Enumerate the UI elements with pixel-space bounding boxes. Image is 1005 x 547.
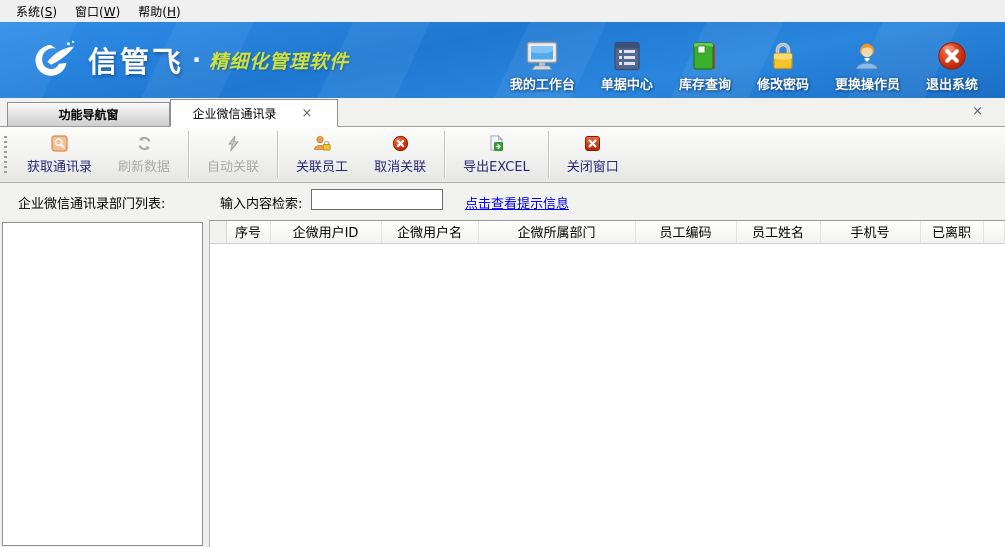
auto-link-label: 自动关联	[207, 156, 259, 175]
document-center-label: 单据中心	[601, 74, 653, 93]
column-header-filler	[983, 221, 1005, 243]
switch-operator-button[interactable]: 更换操作员	[822, 41, 913, 93]
contacts-table: 序号 企微用户ID 企微用户名 企微所属部门 员工编码 员工姓名 手机号 已离职	[210, 221, 1005, 244]
brand-swoosh-icon	[32, 39, 78, 81]
content-area: 序号 企微用户ID 企微用户名 企微所属部门 员工编码 员工姓名 手机号 已离职	[0, 219, 1005, 547]
my-workbench-label: 我的工作台	[510, 74, 575, 93]
password-lock-icon	[769, 41, 797, 71]
column-header-resigned[interactable]: 已离职	[920, 221, 983, 243]
table-header-row: 序号 企微用户ID 企微用户名 企微所属部门 员工编码 员工姓名 手机号 已离职	[210, 221, 1005, 243]
refresh-icon	[136, 135, 153, 152]
documents-icon	[613, 41, 641, 71]
toolbar-separator	[444, 131, 445, 178]
switch-operator-icon	[853, 41, 881, 71]
document-center-button[interactable]: 单据中心	[588, 41, 666, 93]
column-header-mobile[interactable]: 手机号	[820, 221, 920, 243]
link-employee-icon	[313, 135, 331, 152]
close-window-label: 关闭窗口	[567, 156, 619, 175]
menu-system[interactable]: 系统(S)	[10, 1, 69, 22]
tabstrip-close-icon[interactable]: ×	[968, 103, 987, 120]
fetch-contacts-icon	[51, 135, 68, 152]
brand-name: 信管飞	[88, 39, 184, 81]
menu-bar: 系统(S) 窗口(W) 帮助(H)	[0, 0, 1005, 22]
tab-wecom-contacts-label: 企业微信通讯录	[193, 105, 277, 122]
link-employee-button[interactable]: 关联员工	[283, 129, 361, 181]
unlink-button[interactable]: 取消关联	[361, 129, 439, 181]
column-header-wecom-department[interactable]: 企微所属部门	[478, 221, 635, 243]
auto-link-button[interactable]: 自动关联	[194, 129, 272, 181]
column-header-wecom-user-name[interactable]: 企微用户名	[381, 221, 478, 243]
menu-help-label: 帮助(H)	[138, 5, 180, 19]
dept-list-label: 企业微信通讯录部门列表:	[18, 193, 165, 212]
toolbar-separator	[548, 131, 549, 178]
column-header-employee-code[interactable]: 员工编码	[635, 221, 736, 243]
tip-link[interactable]: 点击查看提示信息	[465, 193, 569, 212]
exit-system-button[interactable]: 退出系统	[913, 41, 991, 93]
export-excel-label: 导出EXCEL	[463, 156, 530, 175]
change-password-label: 修改密码	[757, 74, 809, 93]
window-toolbar: 获取通讯录 刷新数据 自动关联	[0, 127, 1005, 183]
menu-help[interactable]: 帮助(H)	[132, 1, 192, 22]
fetch-contacts-label: 获取通讯录	[27, 156, 92, 175]
app-logo: 信管飞 · 精细化管理软件	[32, 39, 349, 81]
brand-tagline: 精细化管理软件	[209, 47, 349, 74]
contacts-grid[interactable]: 序号 企微用户ID 企微用户名 企微所属部门 员工编码 员工姓名 手机号 已离职	[209, 220, 1005, 547]
brand-dot: ·	[192, 46, 201, 74]
my-workbench-button[interactable]: 我的工作台	[497, 41, 588, 93]
row-selector-header[interactable]	[210, 221, 226, 243]
inventory-book-icon	[691, 41, 719, 71]
search-label: 输入内容检索:	[220, 193, 302, 212]
close-window-button[interactable]: 关闭窗口	[554, 129, 632, 181]
search-input[interactable]	[311, 189, 443, 210]
inventory-query-label: 库存查询	[679, 74, 731, 93]
export-excel-icon	[488, 135, 505, 152]
exit-icon	[937, 41, 967, 71]
fetch-contacts-button[interactable]: 获取通讯录	[14, 129, 105, 181]
refresh-data-label: 刷新数据	[118, 156, 170, 175]
column-header-employee-name[interactable]: 员工姓名	[736, 221, 820, 243]
department-tree-panel[interactable]	[2, 222, 203, 546]
toolbar-grip[interactable]	[4, 136, 7, 173]
menu-system-label: 系统(S)	[16, 5, 57, 19]
toolbar-separator	[277, 131, 278, 178]
tab-function-nav[interactable]: 功能导航窗	[7, 102, 170, 126]
unlink-icon	[392, 135, 409, 152]
link-employee-label: 关联员工	[296, 156, 348, 175]
app-banner: 信管飞 · 精细化管理软件 我的工作台	[0, 22, 1005, 98]
tab-strip: 功能导航窗 企业微信通讯录 × ×	[0, 98, 1005, 127]
tab-close-icon[interactable]: ×	[299, 106, 316, 121]
workstation-icon	[526, 41, 558, 71]
banner-actions: 我的工作台 单据中心	[497, 41, 991, 93]
inventory-query-button[interactable]: 库存查询	[666, 41, 744, 93]
tab-wecom-contacts[interactable]: 企业微信通讯录 ×	[170, 99, 338, 127]
refresh-data-button[interactable]: 刷新数据	[105, 129, 183, 181]
filter-bar: 企业微信通讯录部门列表: 输入内容检索: 点击查看提示信息	[0, 183, 1005, 219]
tab-function-nav-label: 功能导航窗	[58, 106, 118, 123]
unlink-label: 取消关联	[374, 156, 426, 175]
menu-window-label: 窗口(W)	[75, 5, 120, 19]
close-window-icon	[584, 135, 601, 152]
column-header-seq[interactable]: 序号	[226, 221, 270, 243]
column-header-wecom-user-id[interactable]: 企微用户ID	[270, 221, 381, 243]
auto-link-icon	[225, 135, 242, 152]
switch-operator-label: 更换操作员	[835, 74, 900, 93]
toolbar-separator	[188, 131, 189, 178]
export-excel-button[interactable]: 导出EXCEL	[450, 129, 543, 181]
exit-system-label: 退出系统	[926, 74, 978, 93]
menu-window[interactable]: 窗口(W)	[69, 1, 132, 22]
change-password-button[interactable]: 修改密码	[744, 41, 822, 93]
